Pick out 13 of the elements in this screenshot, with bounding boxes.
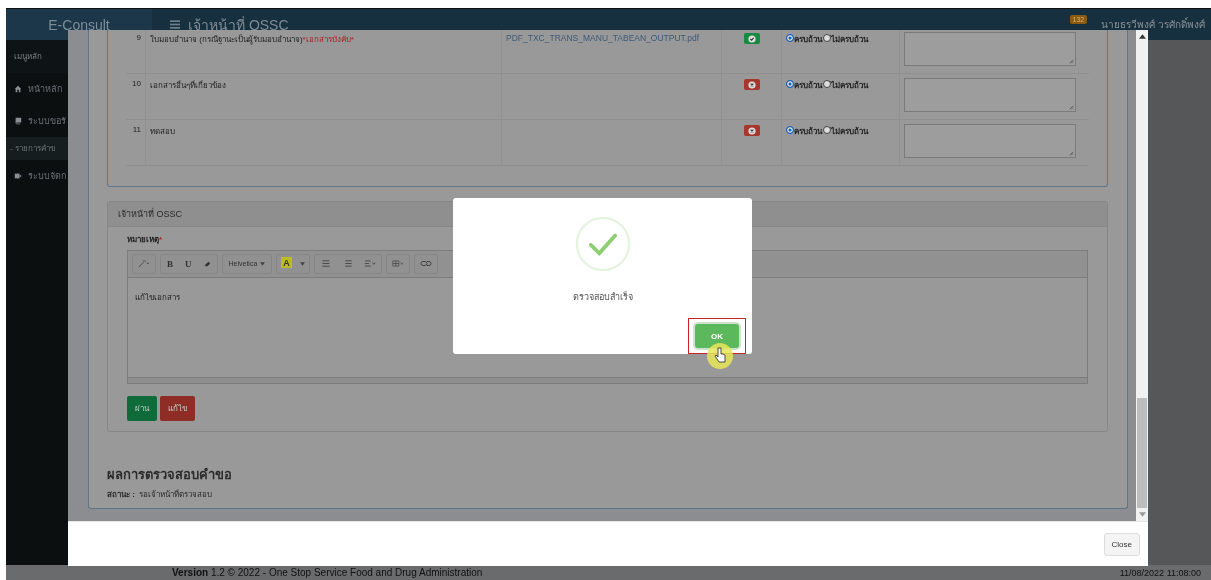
table-cell: 9 (126, 30, 146, 73)
timestamp: 11/08/2022 11:08:00 (1119, 567, 1201, 578)
table-cell: 11 (126, 120, 146, 165)
alert-message: ตรวจสอบสำเร็จ (572, 290, 633, 304)
table-cell: เอกสารอื่นๆที่เกี่ยวข้อง (146, 74, 502, 119)
table-cell: ทดสอบ (146, 120, 502, 165)
field-label: หมายเหตุ* (127, 234, 164, 246)
editor-text: แก้ไขเอกสาร (135, 293, 180, 302)
version-text: Version 1.2 © 2022 - One Stop Service Food and Drug Administration (172, 567, 483, 578)
table-cell: ใบมอบอำนาจ (กรณีฐานะเป็นผู้รับมอบอำนาจ)*เอกสารบังคับ* (146, 30, 502, 73)
status-text: สถานะ : รอเจ้าหน้าที่ตรวจสอบ (107, 488, 214, 501)
table-cell: 10 (126, 74, 146, 119)
section-title: ผลการตรวจสอบคำขอ (107, 466, 233, 484)
